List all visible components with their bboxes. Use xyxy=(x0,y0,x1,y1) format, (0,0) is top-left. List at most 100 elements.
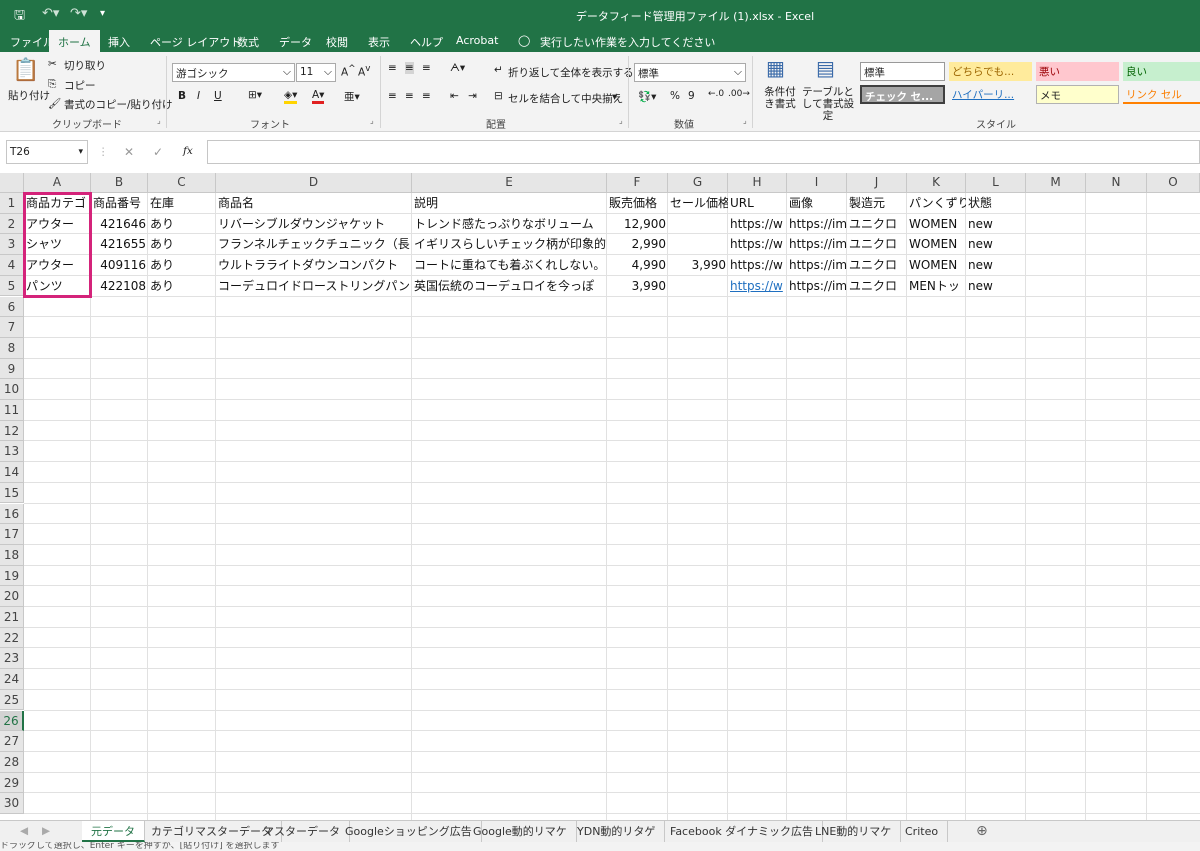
merge-icon[interactable]: ⊟ xyxy=(494,90,503,102)
italic-button[interactable]: I xyxy=(197,90,200,102)
header-cell[interactable]: 画像 xyxy=(787,193,847,213)
row-header-29[interactable]: 29 xyxy=(0,772,24,794)
cancel-icon[interactable]: ✕ xyxy=(124,145,134,159)
paste-icon[interactable]: 📋 xyxy=(12,58,39,83)
row-header-24[interactable]: 24 xyxy=(0,669,24,690)
row-header-21[interactable]: 21 xyxy=(0,607,24,628)
column-header-E[interactable]: E xyxy=(412,173,607,193)
column-header-H[interactable]: H xyxy=(728,173,787,193)
header-cell[interactable]: 商品番号 xyxy=(91,193,148,213)
column-header-I[interactable]: I xyxy=(787,173,847,193)
table-cell[interactable]: コーデュロイドローストリングパン xyxy=(216,276,412,296)
scroll-right-icon[interactable]: ▶ xyxy=(42,825,50,837)
row-header-11[interactable]: 11 xyxy=(0,400,24,421)
fill-color-icon[interactable]: ◈▾ xyxy=(284,89,298,104)
sheet-tab[interactable]: Facebook ダイナミック広告 xyxy=(661,821,823,842)
sheet-tab[interactable]: 元データ xyxy=(82,821,145,842)
table-cell[interactable]: コートに重ねても着ぶくれしない。 xyxy=(412,255,607,275)
sheet-tab[interactable]: LNE動的リマケ xyxy=(806,821,902,842)
sheet-tab[interactable]: Googleショッピング広告 xyxy=(336,821,482,842)
insert-function-icon[interactable]: fx xyxy=(183,145,193,157)
copy-button[interactable]: コピー xyxy=(64,78,96,93)
table-cell[interactable]: new xyxy=(966,234,1026,254)
table-cell[interactable]: ウルトラライトダウンコンパクト xyxy=(216,255,412,275)
column-header-G[interactable]: G xyxy=(668,173,728,193)
column-header-K[interactable]: K xyxy=(907,173,966,193)
align-left-icon[interactable]: ≡ xyxy=(388,90,397,102)
table-cell[interactable]: ユニクロ xyxy=(847,234,907,254)
table-cell[interactable]: new xyxy=(966,276,1026,296)
bold-button[interactable]: B xyxy=(178,90,186,102)
column-header-F[interactable]: F xyxy=(607,173,668,193)
column-header-N[interactable]: N xyxy=(1086,173,1147,193)
indent-increase-icon[interactable]: ⇥ xyxy=(468,90,477,102)
table-cell[interactable] xyxy=(668,234,728,254)
number-format-select[interactable]: 標準 ⌵ xyxy=(634,63,746,82)
font-size-select[interactable]: 11 ⌵ xyxy=(296,63,336,82)
table-cell[interactable]: 421646 xyxy=(91,214,148,234)
align-bottom-icon[interactable]: ≡ xyxy=(422,62,431,74)
table-cell[interactable]: 2,990 xyxy=(607,234,668,254)
header-cell[interactable]: 製造元 xyxy=(847,193,907,213)
table-cell[interactable]: 4,990 xyxy=(607,255,668,275)
number-launcher-icon[interactable]: ⌟ xyxy=(743,116,747,125)
row-header-12[interactable]: 12 xyxy=(0,420,24,442)
row-header-6[interactable]: 6 xyxy=(0,296,24,318)
table-cell[interactable]: フランネルチェックチュニック（長 xyxy=(216,234,412,254)
column-header-A[interactable]: A xyxy=(24,173,91,193)
row-header-18[interactable]: 18 xyxy=(0,544,24,566)
style-note[interactable]: メモ xyxy=(1036,85,1119,104)
align-center-icon[interactable]: ≡ xyxy=(405,90,414,102)
format-painter-icon[interactable]: 🖌 xyxy=(48,97,61,110)
table-cell[interactable]: あり xyxy=(148,255,216,275)
increase-decimal-icon[interactable]: ←.0 xyxy=(708,89,724,99)
table-cell[interactable]: https://w xyxy=(728,214,787,234)
tab-insert[interactable]: 挿入 xyxy=(108,34,130,50)
row-header-27[interactable]: 27 xyxy=(0,731,24,752)
header-cell[interactable]: URL xyxy=(728,193,787,213)
style-bad[interactable]: 悪い xyxy=(1036,62,1119,81)
clipboard-launcher-icon[interactable]: ⌟ xyxy=(157,116,161,125)
name-box[interactable]: T26 ▾ xyxy=(6,140,88,164)
table-cell[interactable]: 3,990 xyxy=(668,255,728,275)
tab-review[interactable]: 校閲 xyxy=(326,34,348,50)
header-cell[interactable]: 説明 xyxy=(412,193,607,213)
wrap-text-button[interactable]: 折り返して全体を表示する xyxy=(508,65,634,80)
table-cell[interactable]: あり xyxy=(148,214,216,234)
tell-me-box[interactable]: 実行したい作業を入力してください xyxy=(540,34,715,50)
style-hyperlink[interactable]: ハイパーリ... xyxy=(949,85,1032,104)
paste-button[interactable]: 貼り付け xyxy=(8,88,50,103)
table-cell[interactable]: あり xyxy=(148,234,216,254)
table-cell[interactable]: 421655 xyxy=(91,234,148,254)
merge-dropdown-icon[interactable]: ▾ xyxy=(612,91,617,103)
table-cell[interactable]: new xyxy=(966,255,1026,275)
sheet-tab[interactable]: Google動的リマケ xyxy=(464,821,577,842)
table-cell[interactable]: 3,990 xyxy=(607,276,668,296)
table-cell[interactable]: https://im xyxy=(787,255,847,275)
row-header-8[interactable]: 8 xyxy=(0,337,24,359)
formula-input[interactable] xyxy=(207,140,1200,164)
table-cell[interactable]: WOMEN xyxy=(907,255,966,275)
row-header-1[interactable]: 1 xyxy=(0,193,24,214)
scroll-left-icon[interactable]: ◀ xyxy=(20,825,28,837)
table-cell[interactable] xyxy=(668,276,728,296)
header-cell[interactable]: 販売価格 xyxy=(607,193,668,213)
tab-help[interactable]: ヘルプ xyxy=(410,34,443,50)
header-cell[interactable]: 在庫 xyxy=(148,193,216,213)
underline-button[interactable]: U xyxy=(214,90,222,102)
select-all-corner[interactable] xyxy=(0,173,24,193)
currency-icon[interactable]: 💱▾ xyxy=(638,90,656,103)
row-header-3[interactable]: 3 xyxy=(0,234,24,256)
row-header-23[interactable]: 23 xyxy=(0,648,24,670)
row-header-2[interactable]: 2 xyxy=(0,213,24,235)
orientation-icon[interactable]: ᗅ▾ xyxy=(450,62,465,75)
enter-icon[interactable]: ✓ xyxy=(153,145,163,159)
table-cell[interactable]: https://im xyxy=(787,214,847,234)
indent-decrease-icon[interactable]: ⇤ xyxy=(450,90,459,102)
table-cell[interactable]: 12,900 xyxy=(607,214,668,234)
merge-center-button[interactable]: セルを結合して中央揃え xyxy=(508,91,623,106)
tab-file[interactable]: ファイル xyxy=(10,34,54,50)
tab-data[interactable]: データ xyxy=(279,34,312,50)
style-check-cell[interactable]: チェック セ... xyxy=(860,85,945,104)
row-header-20[interactable]: 20 xyxy=(0,586,24,607)
